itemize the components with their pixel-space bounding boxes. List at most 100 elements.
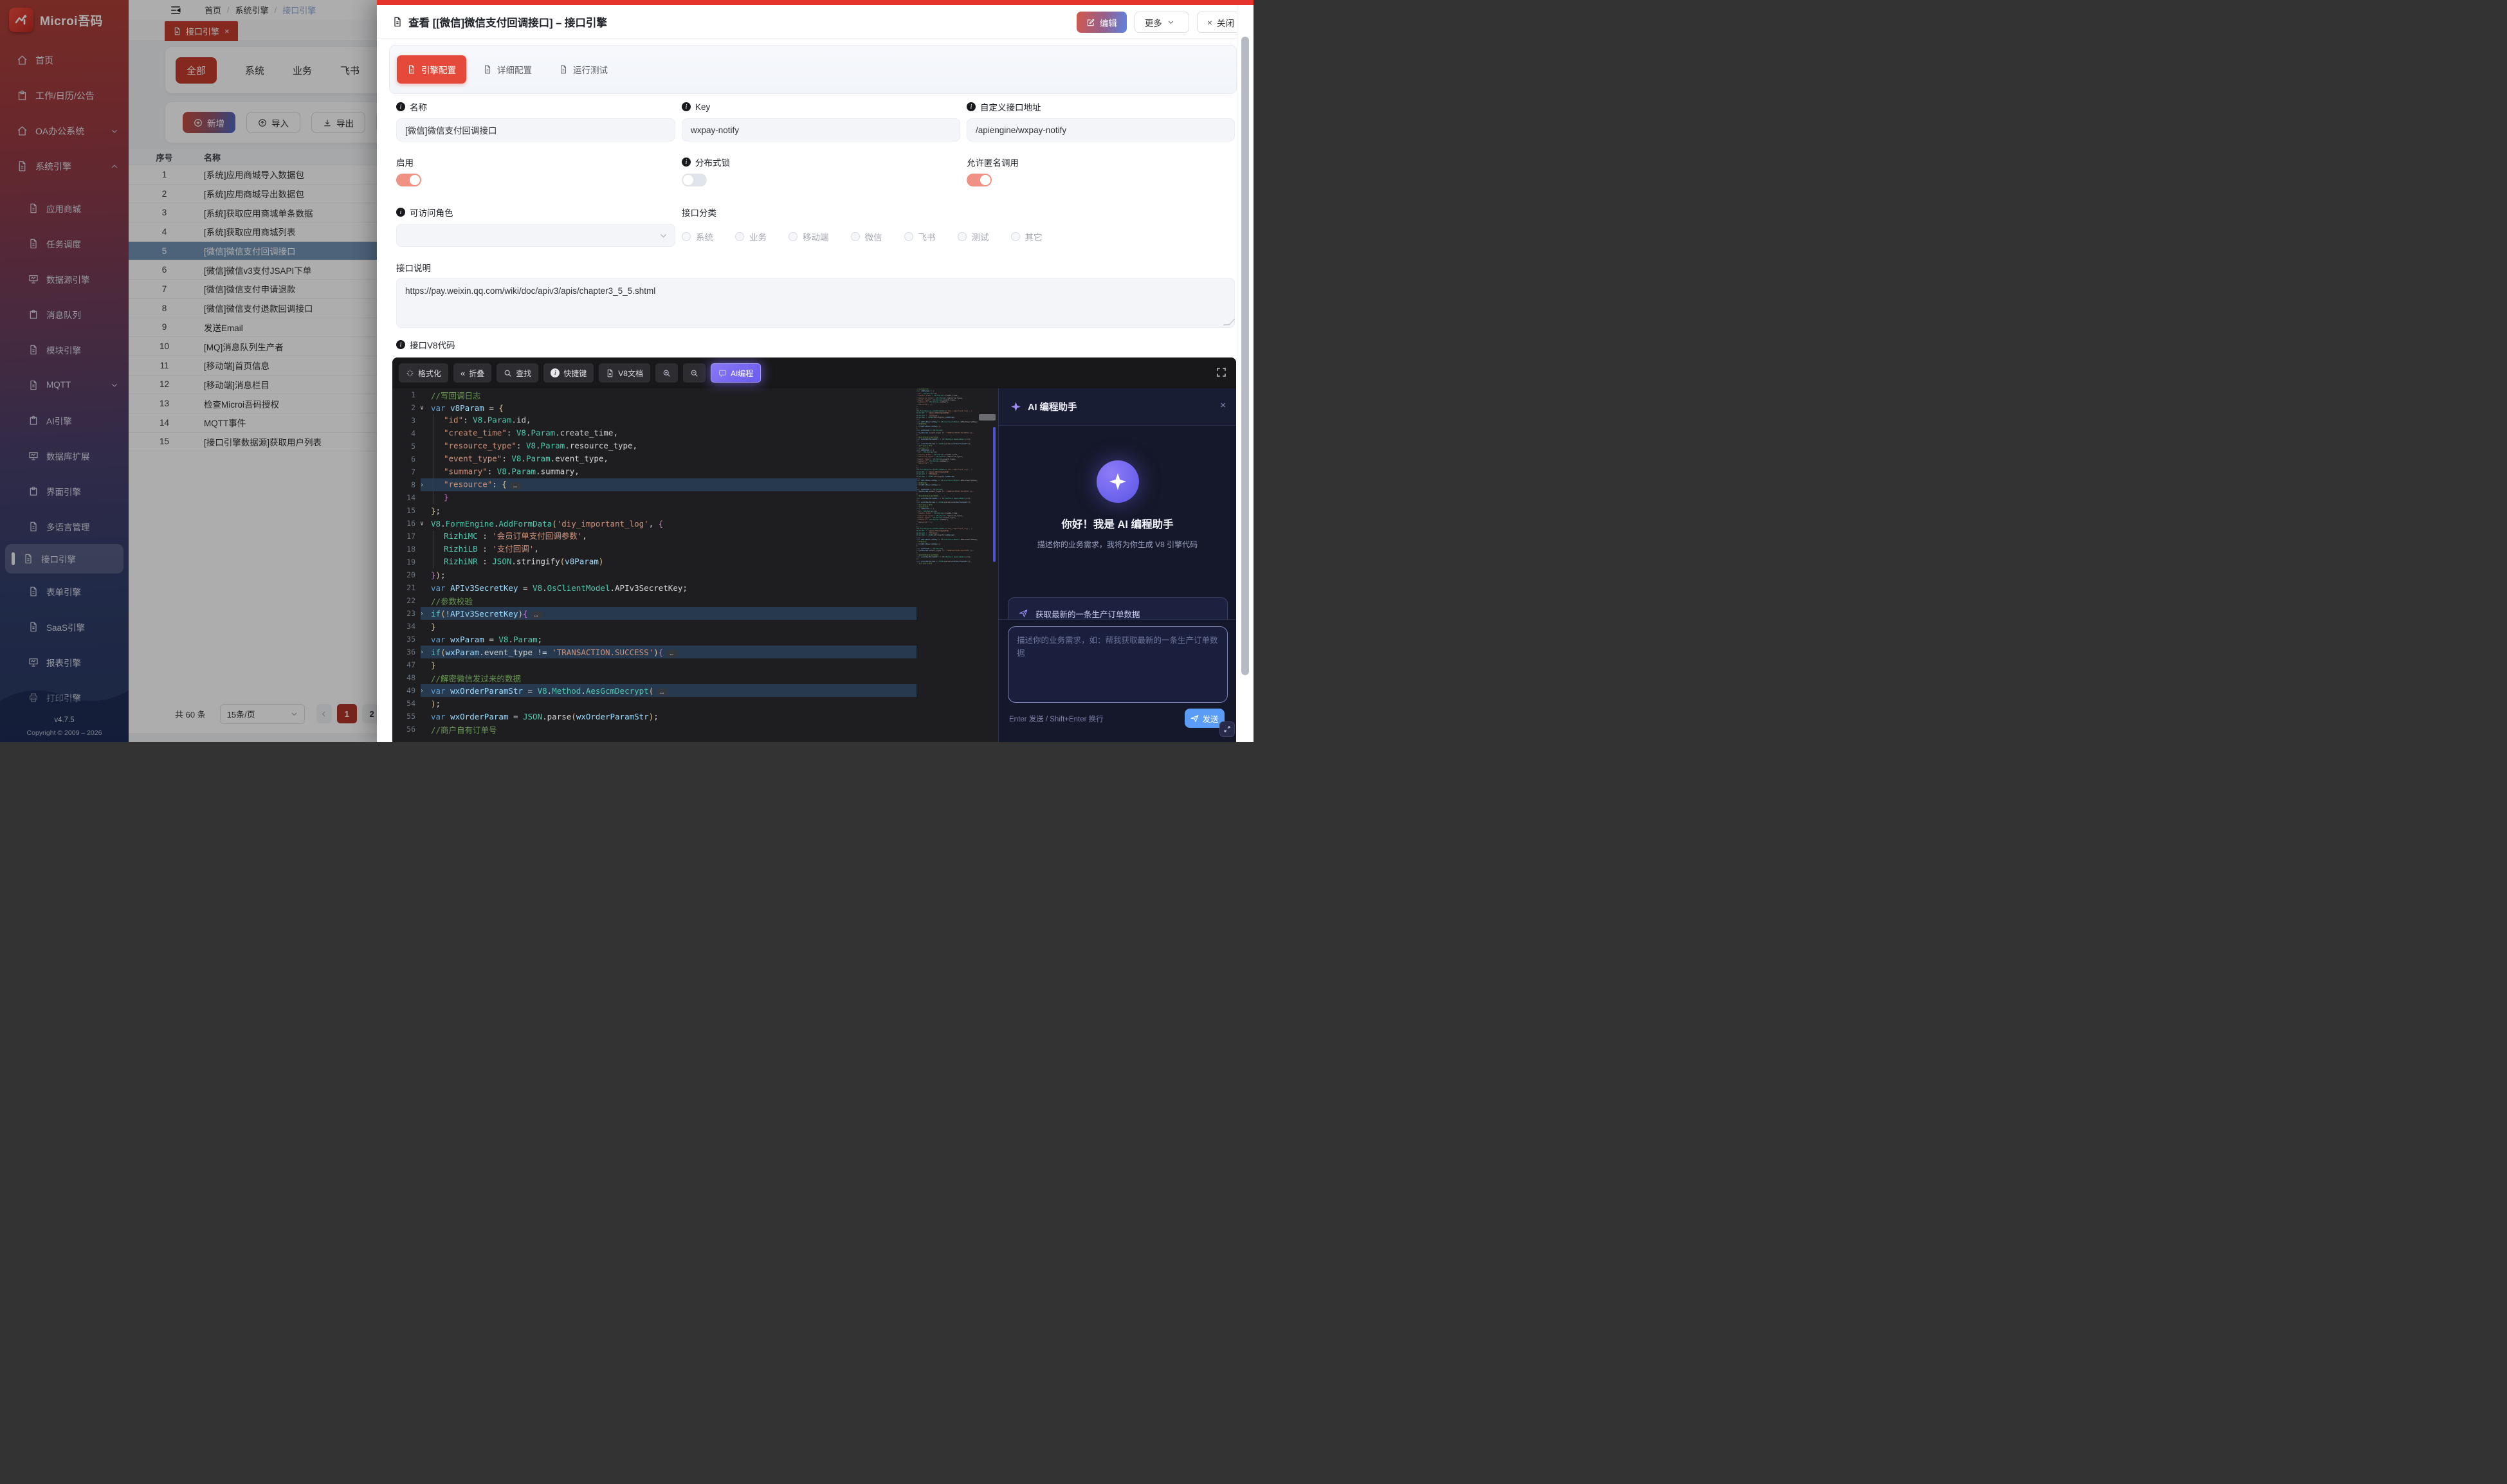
- code-line: 21var APIv3SecretKey = V8.OsClientModel.…: [392, 581, 916, 594]
- code-line: 19RizhiNR : JSON.stringify(v8Param): [392, 556, 916, 568]
- editor-button-折叠[interactable]: «折叠: [453, 363, 491, 383]
- editor-button-快捷键[interactable]: i快捷键: [543, 363, 594, 383]
- fold-closed-icon[interactable]: ›: [415, 687, 428, 694]
- line-number: 17: [392, 532, 415, 541]
- code-text: V8.FormEngine.AddFormData('diy_important…: [428, 519, 663, 529]
- ai-greeting: 你好！我是 AI 编程助手: [999, 516, 1236, 531]
- close-ai-panel-icon[interactable]: ×: [1220, 400, 1226, 411]
- url-field[interactable]: /apiengine/wxpay-notify: [967, 118, 1235, 141]
- close-icon: ×: [1207, 17, 1212, 28]
- search-icon: [504, 369, 512, 377]
- modal-tab-运行测试[interactable]: 运行测试: [549, 55, 618, 84]
- radio-circle-icon: [851, 232, 860, 241]
- editor-button-查找[interactable]: 查找: [497, 363, 538, 383]
- name-field[interactable]: [微信]微信支付回调接口: [396, 118, 675, 141]
- desc-textarea[interactable]: https://pay.weixin.qq.com/wiki/doc/apiv3…: [396, 278, 1235, 328]
- code-line: 55var wxOrderParam = JSON.parse(wxOrderP…: [392, 710, 916, 723]
- code-line: 18RizhiLB : '支付回调',: [392, 543, 916, 556]
- fullscreen-icon[interactable]: [1216, 366, 1227, 378]
- line-number: 1: [392, 390, 415, 399]
- ai-panel-header: AI 编程助手 ×: [999, 388, 1236, 426]
- ai-suggestion-chip[interactable]: 获取最新的一条生产订单数据: [1008, 597, 1228, 619]
- editor-button-zoom-in-icon[interactable]: [655, 363, 678, 383]
- edit-button[interactable]: 编辑: [1077, 12, 1127, 33]
- modal-tab-引擎配置[interactable]: 引擎配置: [397, 55, 466, 84]
- radio-label: 测试: [972, 230, 989, 243]
- code-text: "create_time": V8.Param.create_time,: [428, 427, 618, 440]
- category-radio-系统[interactable]: 系统: [682, 230, 713, 243]
- radio-label: 系统: [696, 230, 713, 243]
- code-line: 16∨V8.FormEngine.AddFormData('diy_import…: [392, 517, 916, 530]
- editor-button-格式化[interactable]: 格式化: [399, 363, 448, 383]
- code-line: 54);: [392, 697, 916, 710]
- code-text: //商户自有订单号: [428, 723, 497, 736]
- key-label: iKey: [682, 102, 710, 112]
- code-text: "id": V8.Param.id,: [428, 414, 531, 427]
- category-radio-移动端[interactable]: 移动端: [789, 230, 829, 243]
- line-number: 16: [392, 519, 415, 528]
- code-line: 35var wxParam = V8.Param;: [392, 633, 916, 646]
- line-number: 2: [392, 403, 415, 412]
- scrollbar-thumb[interactable]: [1241, 37, 1249, 675]
- fold-closed-icon[interactable]: ›: [415, 610, 428, 617]
- category-radio-微信[interactable]: 微信: [851, 230, 882, 243]
- code-line: 5"resource_type": V8.Param.resource_type…: [392, 440, 916, 453]
- code-text: );: [428, 699, 441, 709]
- doc-icon: [483, 65, 492, 74]
- category-radio-其它[interactable]: 其它: [1011, 230, 1043, 243]
- info-icon: i: [396, 102, 405, 111]
- ai-expand-button[interactable]: [1219, 721, 1235, 737]
- code-text: //参数校验: [428, 595, 473, 607]
- editor-minimap[interactable]: //写回调日志var v8Param = {"id": V8.Param.id,…: [916, 388, 978, 601]
- editor-button-V8文档[interactable]: V8文档: [599, 363, 650, 383]
- modal-tab-label: 引擎配置: [421, 63, 456, 76]
- key-field[interactable]: wxpay-notify: [682, 118, 960, 141]
- info-icon: i: [682, 102, 691, 111]
- code-text: }: [428, 622, 436, 631]
- category-radio-飞书[interactable]: 飞书: [904, 230, 936, 243]
- radio-label: 其它: [1025, 230, 1043, 243]
- ai-prompt-input[interactable]: [1008, 626, 1228, 703]
- modal-title: 查看 [[微信]微信支付回调接口] – 接口引擎: [392, 14, 607, 30]
- ai-panel-scrollbar[interactable]: [993, 427, 996, 562]
- radio-label: 飞书: [918, 230, 936, 243]
- fold-open-icon[interactable]: ∨: [415, 404, 428, 412]
- minimap-slider[interactable]: [979, 414, 996, 421]
- fold-open-icon[interactable]: ∨: [415, 520, 428, 527]
- api-detail-modal: 查看 [[微信]微信支付回调接口] – 接口引擎 编辑 更多 × 关闭 引擎配置…: [377, 0, 1254, 742]
- category-radio-业务[interactable]: 业务: [735, 230, 767, 243]
- enable-toggle[interactable]: [396, 174, 421, 186]
- roles-select[interactable]: [396, 224, 675, 247]
- code-editor: 格式化«折叠查找i快捷键 V8文档 AI编程 1//写回调日志2∨var v8Par…: [392, 357, 1236, 742]
- modal-scrollbar[interactable]: [1237, 5, 1254, 742]
- info-icon: i: [551, 368, 560, 377]
- modal-tab-详细配置[interactable]: 详细配置: [473, 55, 542, 84]
- fold-icon: «: [460, 368, 465, 378]
- ai-send-button[interactable]: 发送: [1185, 709, 1225, 728]
- enable-label: 启用: [396, 157, 414, 167]
- line-number: 56: [392, 725, 415, 734]
- line-number: 15: [392, 506, 415, 515]
- more-button[interactable]: 更多: [1135, 12, 1189, 33]
- code-area[interactable]: 1//写回调日志2∨var v8Param = {3"id": V8.Param…: [392, 388, 916, 742]
- radio-label: 微信: [865, 230, 882, 243]
- line-number: 23: [392, 609, 415, 618]
- editor-button-label: V8文档: [618, 368, 643, 379]
- code-text: };: [428, 506, 441, 516]
- editor-button-zoom-out-icon[interactable]: [683, 363, 706, 383]
- doc-icon: [407, 65, 416, 74]
- fold-closed-icon[interactable]: ›: [415, 649, 428, 656]
- lock-toggle[interactable]: [682, 174, 707, 186]
- info-icon: i: [396, 208, 405, 217]
- roles-label: i可访问角色: [396, 207, 453, 217]
- code-text: if(!APIv3SecretKey){…: [428, 609, 542, 619]
- app-screen: Microi吾码 首页工作/日历/公告OA办公系统系统引擎 应用商城任务调度数据…: [0, 0, 1254, 742]
- category-radio-测试[interactable]: 测试: [958, 230, 989, 243]
- fold-closed-icon[interactable]: ›: [415, 482, 428, 489]
- code-line: 56 //商户自有订单号: [392, 723, 916, 736]
- code-text: var wxOrderParam = JSON.parse(wxOrderPar…: [428, 712, 659, 721]
- ai-coding-button[interactable]: AI编程: [711, 363, 761, 383]
- modal-tabs: 引擎配置 详细配置运行测试: [390, 46, 1236, 93]
- chevron-down-icon: [1167, 19, 1174, 26]
- anon-toggle[interactable]: [967, 174, 992, 186]
